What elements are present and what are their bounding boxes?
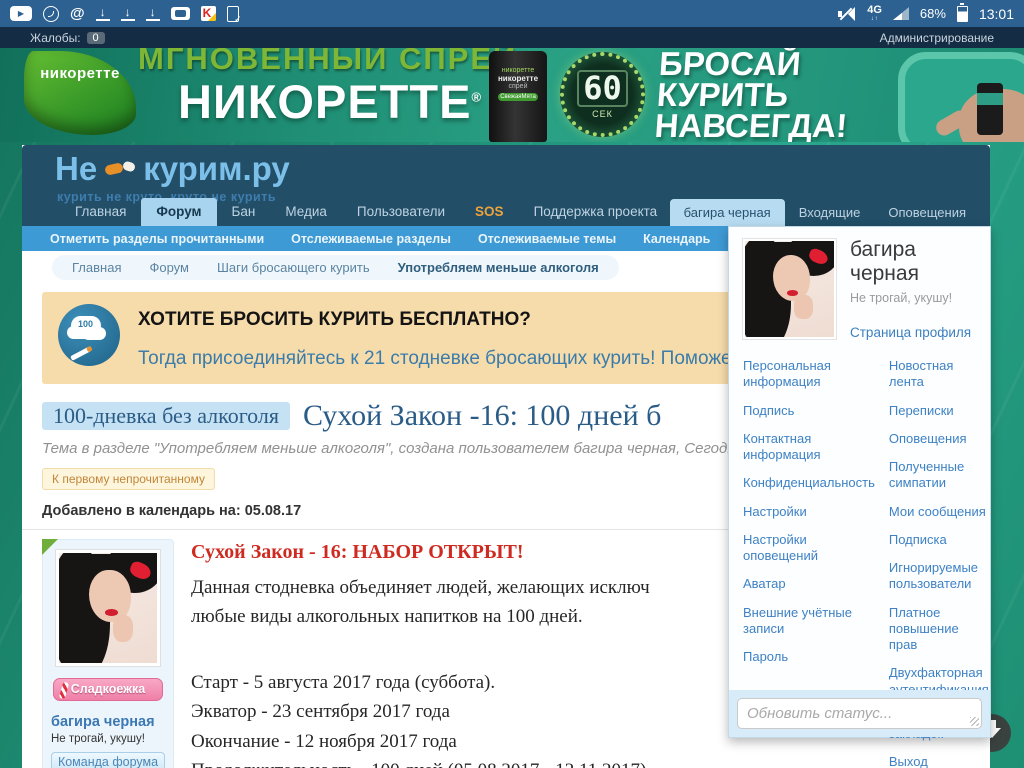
nav-tab-sos[interactable]: SOS — [460, 198, 519, 226]
nav-tab-media[interactable]: Медиа — [270, 198, 342, 226]
battery-icon — [956, 2, 968, 22]
subnav-mark-read[interactable]: Отметить разделы прочитанными — [50, 232, 264, 246]
menu-item-contact-info[interactable]: Контактная информация — [743, 431, 875, 464]
spray-bottle-image: никоретте никоретте спрей СвежаяМята — [489, 51, 547, 142]
post-author-status: Не трогай, укушу! — [51, 733, 145, 745]
alert-icon — [200, 6, 216, 21]
nav-tab-home[interactable]: Главная — [60, 198, 141, 226]
menu-item-personal-info[interactable]: Персональная информация — [743, 358, 875, 391]
post-author-panel: Сладкоежка багира черная Не трогай, укуш… — [42, 539, 174, 768]
notice-title: ХОТИТЕ БРОСИТЬ КУРИТЬ БЕСПЛАТНО? — [138, 309, 531, 330]
subnav-calendar[interactable]: Календарь — [643, 232, 710, 246]
nav-tab-forum[interactable]: Форум — [141, 198, 217, 226]
menu-item-paid-upgrade[interactable]: Платное повышение прав — [889, 605, 989, 654]
breadcrumb-forum[interactable]: Форум — [149, 260, 189, 275]
breadcrumb-home[interactable]: Главная — [72, 260, 121, 275]
download-icon: ↓ — [145, 6, 160, 21]
user-dropdown-menu: багира черная Не трогай, укушу! Страница… — [728, 226, 991, 768]
nav-tab-users[interactable]: Пользователи — [342, 198, 460, 226]
forum-team-badge: Команда форума — [51, 752, 165, 768]
subnav-watched-forums[interactable]: Отслеживаемые разделы — [291, 232, 451, 246]
subnav-watched-threads[interactable]: Отслеживаемые темы — [478, 232, 616, 246]
banner-topline: МГНОВЕННЫЙ СПРЕЙ — [138, 48, 518, 76]
forum-page: Не курим.ру курить не круто, круто не ку… — [22, 145, 991, 768]
banner-slogan: БРОСАЙ КУРИТЬ НАВСЕГДА! — [653, 48, 849, 142]
youtube-icon: ▶ — [10, 6, 32, 21]
menu-item-password[interactable]: Пароль — [743, 649, 875, 665]
site-logo[interactable]: Не курим.ру — [55, 150, 290, 188]
download-icon: ↓ — [120, 6, 135, 21]
download-icon: ↓ — [95, 6, 110, 21]
user-nav: багира черная Входящие Оповещения — [669, 199, 980, 226]
profile-page-link[interactable]: Страница профиля — [850, 325, 977, 340]
nicorette-ad-banner[interactable]: никоретте МГНОВЕННЫЙ СПРЕЙ НИКОРЕТТЕ® ни… — [0, 48, 1024, 142]
menu-item-privacy[interactable]: Конфиденциальность — [743, 475, 875, 491]
author-avatar[interactable] — [55, 549, 161, 667]
clock: 13:01 — [978, 5, 1014, 22]
phone-check-icon — [226, 5, 242, 25]
tab-inbox[interactable]: Входящие — [785, 199, 875, 226]
whatsapp-icon — [43, 5, 59, 22]
email-icon: @ — [70, 5, 85, 22]
thread-title: Сухой Закон -16: 100 дней б — [302, 399, 662, 432]
breadcrumb-current: Употребляем меньше алкоголя — [397, 260, 599, 275]
site-header: Не курим.ру курить не круто, круто не ку… — [22, 145, 990, 226]
administration-link[interactable]: Администрирование — [880, 31, 994, 45]
menu-item-preferences[interactable]: Настройки — [743, 504, 875, 520]
notice-text: Тогда присоединяйтесь к 21 стодневке бро… — [138, 348, 750, 369]
broken-cigarette-icon — [105, 162, 135, 176]
battery-percent: 68% — [919, 6, 946, 21]
post-author-name[interactable]: багира черная — [51, 714, 165, 730]
network-4g-icon: 4G ↓↑ — [867, 4, 882, 23]
menu-item-subscription[interactable]: Подписка — [889, 532, 989, 548]
sim-card-icon — [170, 7, 190, 20]
menu-item-avatar[interactable]: Аватар — [743, 576, 875, 592]
admin-bar: Жалобы: 0 Администрирование — [0, 27, 1024, 48]
status-update-input[interactable]: Обновить статус... — [737, 698, 982, 729]
menu-item-signature[interactable]: Подпись — [743, 403, 875, 419]
menu-item-external-accounts[interactable]: Внешние учётные записи — [743, 605, 875, 638]
sixty-seconds-timer-badge: 60 СЕК — [560, 52, 645, 137]
banner-brand: НИКОРЕТТЕ® — [178, 75, 483, 128]
nav-tab-ban[interactable]: Бан — [217, 198, 271, 226]
menu-avatar[interactable] — [742, 238, 837, 340]
menu-item-conversations[interactable]: Переписки — [889, 403, 989, 419]
menu-username: багира черная — [850, 238, 919, 285]
first-unread-button[interactable]: К первому непрочитанному — [42, 468, 215, 490]
hand-with-spray-image — [898, 52, 1024, 142]
mute-icon — [838, 6, 856, 21]
thread-category-badge[interactable]: 100-дневка без алкоголя — [42, 402, 290, 430]
menu-item-ignored-users[interactable]: Игнорируемые пользователи — [889, 560, 989, 593]
android-status-bar: ▶ @ ↓ ↓ ↓ 4G↓↑ 68% 13:01 — [0, 0, 1024, 27]
menu-item-likes-received[interactable]: Полученные симпатии — [889, 459, 989, 492]
hundred-days-icon: 100 — [58, 304, 120, 366]
online-indicator — [42, 539, 58, 555]
complaints-count-badge: 0 — [86, 31, 105, 44]
menu-item-alert-preferences[interactable]: Настройки оповещений — [743, 532, 875, 565]
nav-tab-support[interactable]: Поддержка проекта — [519, 198, 673, 226]
menu-item-news-feed[interactable]: Новостная лента — [889, 358, 989, 391]
sweet-tooth-badge: Сладкоежка — [53, 678, 163, 701]
tab-alerts[interactable]: Оповещения — [874, 199, 980, 226]
menu-item-my-posts[interactable]: Мои сообщения — [889, 504, 989, 520]
tab-username[interactable]: багира черная — [669, 199, 785, 226]
breadcrumb-section[interactable]: Шаги бросающего курить — [217, 260, 370, 275]
candy-cane-icon — [58, 681, 70, 700]
signal-icon — [892, 7, 909, 20]
status-update-footer: Обновить статус... — [729, 690, 990, 737]
complaints-label[interactable]: Жалобы: — [30, 31, 81, 45]
nicorette-leaf-logo: никоретте — [24, 51, 136, 135]
menu-user-status: Не трогай, укушу! — [850, 291, 953, 305]
menu-item-alerts[interactable]: Оповещения — [889, 431, 989, 447]
menu-item-logout[interactable]: Выход — [889, 754, 989, 768]
tablet-screen: ▶ @ ↓ ↓ ↓ 4G↓↑ 68% 13:01 Жалобы: 0 Админ… — [0, 0, 1024, 768]
